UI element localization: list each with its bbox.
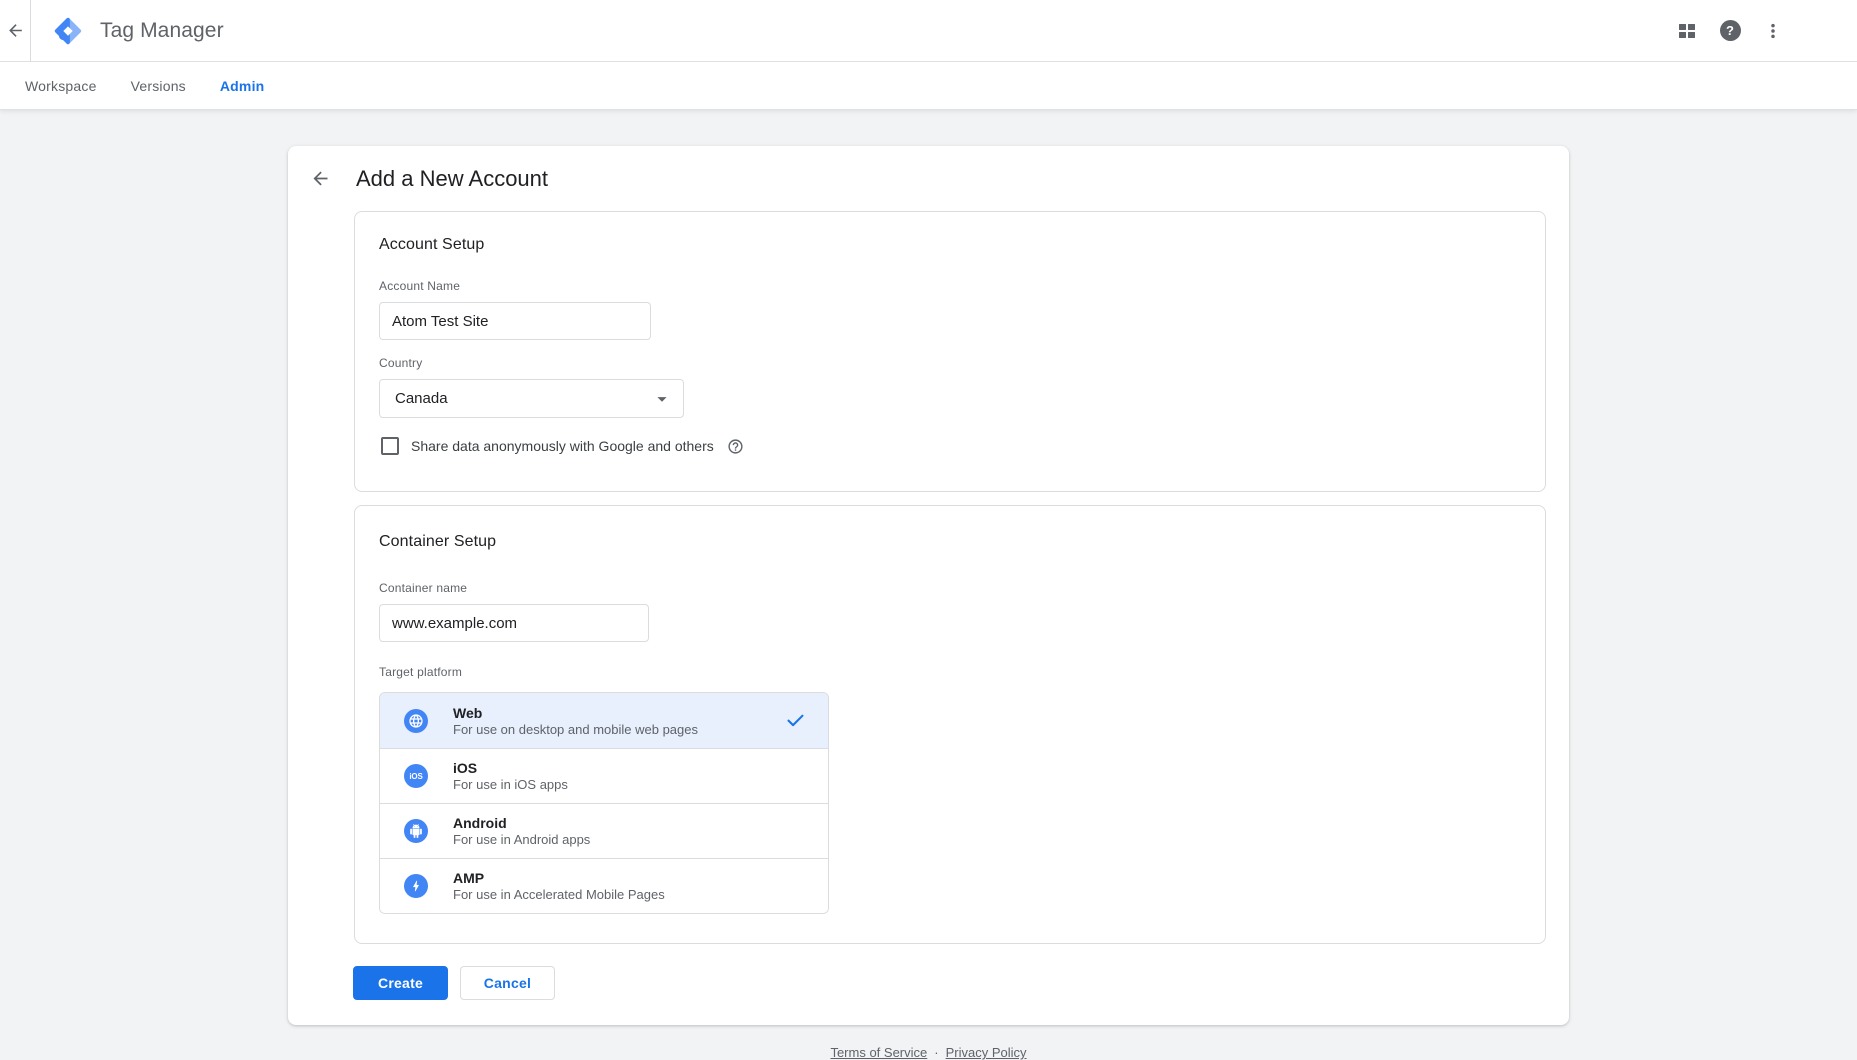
cancel-button[interactable]: Cancel bbox=[460, 966, 555, 1000]
card-header: Add a New Account bbox=[288, 146, 1569, 193]
platform-description: For use on desktop and mobile web pages bbox=[453, 722, 698, 737]
platform-name: Android bbox=[453, 815, 590, 831]
header-divider bbox=[30, 0, 31, 62]
platform-description: For use in iOS apps bbox=[453, 777, 568, 792]
country-label: Country bbox=[379, 356, 1521, 370]
arrow-left-icon bbox=[310, 168, 331, 189]
platform-text: Web For use on desktop and mobile web pa… bbox=[453, 705, 698, 737]
tab-admin[interactable]: Admin bbox=[203, 62, 282, 110]
footer-separator: · bbox=[934, 1045, 938, 1060]
platform-name: Web bbox=[453, 705, 698, 721]
app-header: Tag Manager ? bbox=[0, 0, 1857, 62]
container-name-label: Container name bbox=[379, 581, 1521, 595]
chevron-down-icon bbox=[651, 388, 673, 410]
platform-row-amp[interactable]: AMP For use in Accelerated Mobile Pages bbox=[380, 858, 828, 913]
account-setup-heading: Account Setup bbox=[379, 236, 1521, 254]
platform-row-ios[interactable]: iOS iOS For use in iOS apps bbox=[380, 748, 828, 803]
platform-row-web[interactable]: Web For use on desktop and mobile web pa… bbox=[380, 693, 828, 748]
checkmark-icon bbox=[785, 710, 806, 731]
platform-text: Android For use in Android apps bbox=[453, 815, 590, 847]
platform-text: AMP For use in Accelerated Mobile Pages bbox=[453, 870, 665, 902]
target-platform-list: Web For use on desktop and mobile web pa… bbox=[379, 692, 829, 914]
account-name-label: Account Name bbox=[379, 279, 1521, 293]
nav-tabbar: Workspace Versions Admin bbox=[0, 62, 1857, 110]
amp-icon bbox=[404, 874, 428, 898]
main-content: Add a New Account Account Setup Account … bbox=[0, 110, 1857, 1060]
target-platform-label: Target platform bbox=[379, 665, 1521, 679]
platform-name: AMP bbox=[453, 870, 665, 886]
android-icon bbox=[404, 819, 428, 843]
tab-workspace[interactable]: Workspace bbox=[8, 62, 114, 110]
privacy-policy-link[interactable]: Privacy Policy bbox=[946, 1045, 1027, 1060]
container-setup-panel: Container Setup Container name Target pl… bbox=[354, 505, 1546, 944]
account-setup-panel: Account Setup Account Name Country Canad… bbox=[354, 211, 1546, 492]
share-data-label[interactable]: Share data anonymously with Google and o… bbox=[411, 438, 714, 454]
share-data-checkbox[interactable] bbox=[381, 437, 399, 455]
more-options-button[interactable] bbox=[1761, 19, 1785, 43]
create-button[interactable]: Create bbox=[353, 966, 448, 1000]
container-name-input[interactable] bbox=[379, 604, 649, 642]
globe-icon bbox=[404, 709, 428, 733]
header-back-button[interactable] bbox=[3, 19, 27, 43]
page-back-button[interactable] bbox=[308, 167, 332, 191]
terms-of-service-link[interactable]: Terms of Service bbox=[830, 1045, 927, 1060]
platform-row-android[interactable]: Android For use in Android apps bbox=[380, 803, 828, 858]
form-actions: Create Cancel bbox=[353, 966, 1569, 1000]
tab-versions[interactable]: Versions bbox=[114, 62, 203, 110]
page-title: Add a New Account bbox=[356, 166, 548, 192]
add-account-card: Add a New Account Account Setup Account … bbox=[288, 146, 1569, 1025]
share-data-row: Share data anonymously with Google and o… bbox=[379, 437, 1521, 455]
help-icon: ? bbox=[1720, 20, 1741, 41]
home-link[interactable]: Tag Manager bbox=[53, 16, 224, 46]
ios-icon: iOS bbox=[404, 764, 428, 788]
grid-icon bbox=[1678, 22, 1696, 40]
container-setup-heading: Container Setup bbox=[379, 533, 1521, 551]
apps-grid-button[interactable] bbox=[1675, 19, 1699, 43]
tag-manager-logo-icon bbox=[53, 16, 83, 46]
country-select-value: Canada bbox=[395, 390, 448, 407]
country-select[interactable]: Canada bbox=[379, 379, 684, 418]
page-footer: Terms of Service · Privacy Policy bbox=[288, 1042, 1569, 1060]
platform-description: For use in Accelerated Mobile Pages bbox=[453, 887, 665, 902]
share-data-help-icon[interactable] bbox=[727, 438, 744, 455]
account-name-input[interactable] bbox=[379, 302, 651, 340]
arrow-left-icon bbox=[6, 21, 25, 40]
platform-name: iOS bbox=[453, 760, 568, 776]
kebab-menu-icon bbox=[1763, 21, 1783, 41]
platform-text: iOS For use in iOS apps bbox=[453, 760, 568, 792]
help-button[interactable]: ? bbox=[1718, 19, 1742, 43]
app-title: Tag Manager bbox=[100, 19, 224, 43]
platform-description: For use in Android apps bbox=[453, 832, 590, 847]
